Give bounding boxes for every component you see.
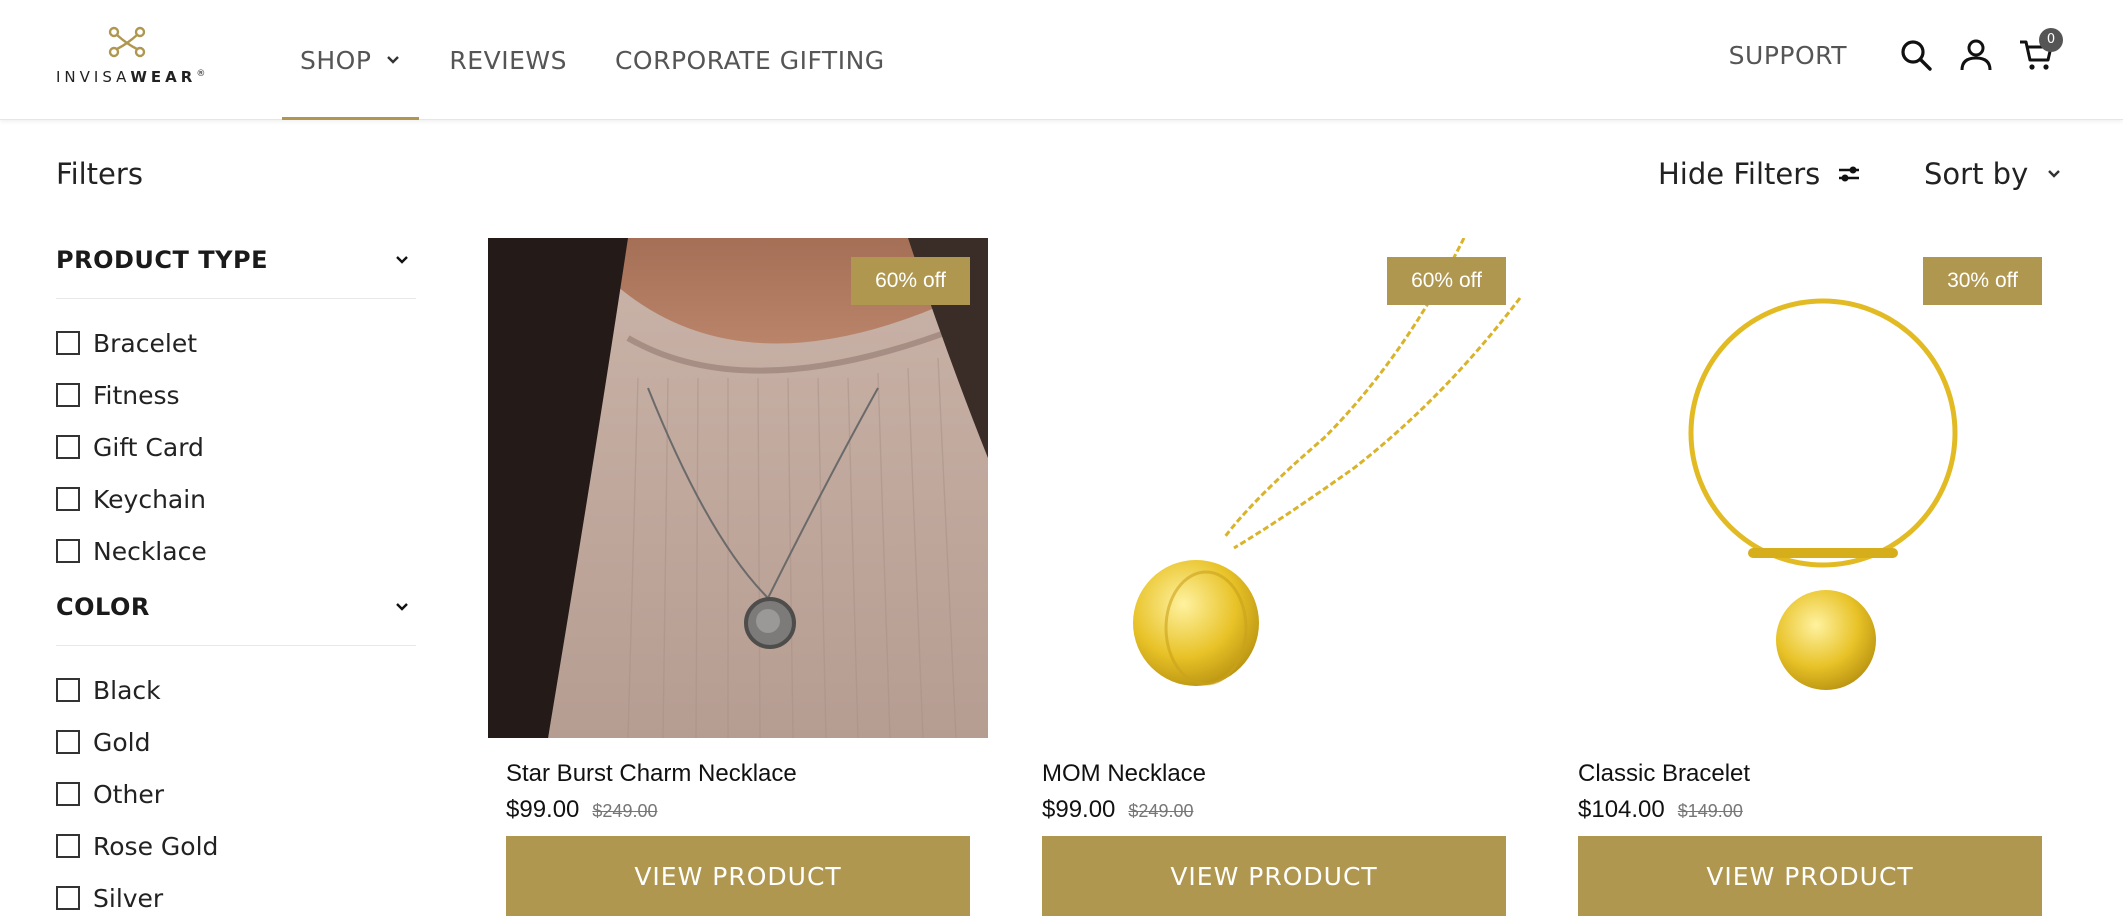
checkbox[interactable] [56,730,80,754]
original-price: $249.00 [592,801,658,821]
product-image[interactable]: 30% off [1560,238,2060,738]
brand-logo[interactable]: INVISAWEAR® [56,26,216,90]
nav-shop[interactable]: SHOP [282,0,420,120]
product-prices: $99.00 $249.00 [1042,796,1524,824]
view-product-button[interactable]: VIEW PRODUCT [1042,836,1506,916]
hide-filters-button[interactable]: Hide Filters [1658,157,1860,191]
cart-count-badge: 0 [2039,28,2063,52]
product-card: 60% off MOM Necklace $99.00 $249.00 VIEW… [1024,238,1524,916]
filter-option[interactable]: Keychain [56,473,416,525]
discount-badge: 30% off [1923,257,2042,305]
brand-wordmark: INVISAWEAR® [56,68,206,86]
filter-sidebar: PRODUCT TYPE Bracelet Fitness Gift Card … [56,240,416,921]
filter-option[interactable]: Gold [56,716,416,768]
filter-group-title: PRODUCT TYPE [56,246,268,274]
cart-icon[interactable]: 0 [2019,28,2063,72]
filter-option-label: Fitness [93,380,180,410]
filter-group-toggle[interactable]: PRODUCT TYPE [56,240,416,280]
original-price: $149.00 [1677,801,1743,821]
hide-filters-label: Hide Filters [1658,157,1821,191]
nav-shop-label: SHOP [300,45,372,75]
chevron-down-icon [2048,170,2061,178]
sale-price: $99.00 [506,796,580,823]
filter-option[interactable]: Silver [56,872,416,921]
checkbox[interactable] [56,435,80,459]
checkbox[interactable] [56,539,80,563]
filter-option[interactable]: Black [56,664,416,716]
product-photo-mom-necklace [1133,238,1522,686]
nav-corporate-label: CORPORATE GIFTING [614,45,885,75]
site-header: INVISAWEAR® SHOP REVIEWS CORPORATE GIFTI… [0,0,2123,120]
header-actions: SUPPORT 0 [1729,0,2063,110]
sliders-icon [1839,166,1860,182]
checkbox[interactable] [56,886,80,910]
main-nav: SHOP REVIEWS CORPORATE GIFTING [282,0,903,120]
filter-option[interactable]: Other [56,768,416,820]
checkbox[interactable] [56,834,80,858]
logo-mark-icon [108,26,146,58]
discount-badge: 60% off [851,257,970,305]
product-image[interactable]: 60% off [488,238,988,738]
search-icon[interactable] [1899,38,1933,72]
product-image[interactable]: 60% off [1024,238,1524,738]
filter-option-label: Other [93,779,164,809]
sort-by-label: Sort by [1924,157,2029,191]
filter-option-label: Keychain [93,484,207,514]
product-name[interactable]: MOM Necklace [1042,760,1524,788]
filter-group-toggle[interactable]: COLOR [56,587,416,627]
discount-badge: 60% off [1387,257,1506,305]
view-product-button[interactable]: VIEW PRODUCT [506,836,970,916]
product-name[interactable]: Star Burst Charm Necklace [506,760,988,788]
filter-option-label: Gift Card [93,432,204,462]
account-icon[interactable] [1959,38,1993,72]
sale-price: $104.00 [1578,796,1665,823]
filter-option-label: Necklace [93,536,207,566]
filter-option[interactable]: Gift Card [56,421,416,473]
divider [56,298,416,299]
filter-option[interactable]: Rose Gold [56,820,416,872]
chevron-down-icon [396,256,408,264]
divider [56,645,416,646]
checkbox[interactable] [56,331,80,355]
product-card: 60% off Star Burst Charm Necklace $99.00… [488,238,988,916]
filters-heading: Filters [56,157,143,191]
filter-option-label: Silver [93,883,164,913]
filter-group-color: COLOR Black Gold Other Rose Gold Silver [56,587,416,921]
product-photo-necklace-model [488,238,988,738]
filter-group-product-type: PRODUCT TYPE Bracelet Fitness Gift Card … [56,240,416,577]
sort-by-dropdown[interactable]: Sort by [1924,157,2062,191]
nav-reviews-label: REVIEWS [449,45,567,75]
checkbox[interactable] [56,782,80,806]
sale-price: $99.00 [1042,796,1116,823]
nav-corporate-gifting[interactable]: CORPORATE GIFTING [597,0,903,120]
original-price: $249.00 [1128,801,1194,821]
filter-option[interactable]: Fitness [56,369,416,421]
filter-option-label: Black [93,675,161,705]
nav-support[interactable]: SUPPORT [1729,41,1847,70]
checkbox[interactable] [56,383,80,407]
filter-option-label: Rose Gold [93,831,219,861]
filter-option[interactable]: Bracelet [56,317,416,369]
filter-group-title: COLOR [56,593,150,621]
product-name[interactable]: Classic Bracelet [1578,760,2060,788]
filter-option-label: Bracelet [93,328,198,358]
view-product-button[interactable]: VIEW PRODUCT [1578,836,2042,916]
filter-option[interactable]: Necklace [56,525,416,577]
product-photo-classic-bracelet [1688,298,1958,690]
product-card: 30% off Classic Bracelet $104.00 $149.00… [1560,238,2060,916]
checkbox[interactable] [56,487,80,511]
nav-reviews[interactable]: REVIEWS [431,0,585,120]
product-prices: $99.00 $249.00 [506,796,988,824]
checkbox[interactable] [56,678,80,702]
filter-option-label: Gold [93,727,151,757]
chevron-down-icon [387,56,400,64]
product-prices: $104.00 $149.00 [1578,796,2060,824]
chevron-down-icon [396,603,408,611]
